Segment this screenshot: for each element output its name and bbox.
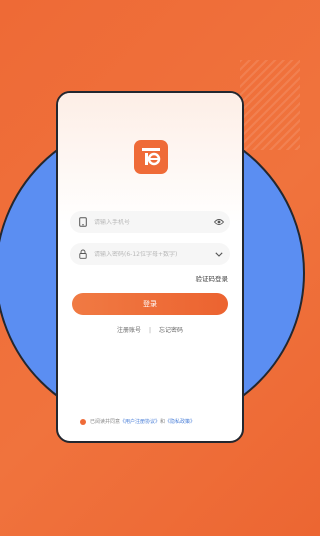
phone-icon bbox=[76, 215, 90, 229]
decorative-stripes bbox=[240, 60, 300, 150]
code-login-link[interactable]: 验证码登录 bbox=[196, 273, 229, 283]
password-field[interactable] bbox=[70, 243, 230, 265]
agreement-checkbox[interactable] bbox=[80, 418, 86, 425]
phone-input[interactable] bbox=[94, 218, 212, 226]
register-link[interactable]: 注册账号 bbox=[117, 327, 141, 334]
app-logo bbox=[134, 140, 168, 174]
agreement-prefix: 已阅读并同意 bbox=[90, 419, 121, 425]
forgot-password-link[interactable]: 忘记密码 bbox=[159, 327, 183, 334]
user-agreement-link[interactable]: 《用户注册协议》 bbox=[120, 418, 160, 425]
chevron-down-icon[interactable] bbox=[212, 247, 226, 261]
password-input[interactable] bbox=[94, 250, 212, 258]
login-button[interactable]: 登录 bbox=[72, 293, 228, 315]
eye-icon[interactable] bbox=[212, 215, 226, 229]
lock-icon bbox=[76, 247, 90, 261]
agreement-row: 已阅读并同意 《用户注册协议》 和 《隐私政策》 bbox=[80, 418, 195, 425]
phone-field[interactable] bbox=[70, 211, 230, 233]
logo-icon bbox=[142, 148, 161, 166]
phone-mockup: 验证码登录 登录 注册账号 | 忘记密码 已阅读并同意 《用户注册协议》 和 《隐私… bbox=[56, 91, 244, 443]
links-separator: | bbox=[148, 327, 152, 334]
privacy-policy-link[interactable]: 《隐私政策》 bbox=[165, 418, 195, 425]
account-links: 注册账号 | 忘记密码 bbox=[58, 325, 242, 334]
